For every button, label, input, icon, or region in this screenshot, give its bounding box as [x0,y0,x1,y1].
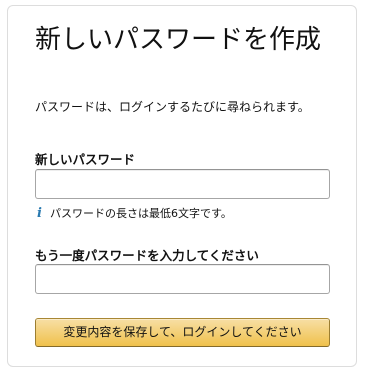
new-password-input[interactable] [35,169,330,199]
page-title: 新しいパスワードを作成 [35,25,322,55]
instructions-text: パスワードは、ログインするたびに尋ねられます。 [35,100,310,114]
save-and-sign-in-button[interactable]: 変更内容を保存して、ログインしてください [35,318,330,347]
new-password-label: 新しいパスワード [35,152,136,167]
password-reset-card: 新しいパスワードを作成 パスワードは、ログインするたびに尋ねられます。 新しいパ… [7,5,357,367]
password-length-hint: i パスワードの長さは最低6文字です。 [35,206,335,222]
confirm-password-input[interactable] [35,264,330,294]
hint-text: パスワードの長さは最低6文字です。 [50,207,232,220]
confirm-password-label: もう一度パスワードを入力してください [35,248,259,263]
info-icon: i [37,206,42,221]
